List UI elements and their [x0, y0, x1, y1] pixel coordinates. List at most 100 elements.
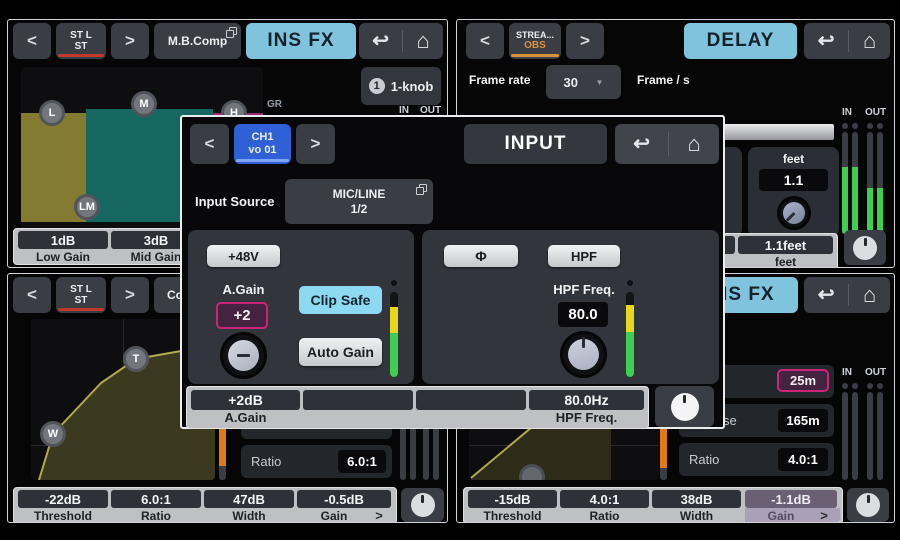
- footer-label: Width: [204, 509, 294, 522]
- hpf-freq-value[interactable]: 80.0: [558, 302, 608, 327]
- next-icon: >: [311, 134, 321, 154]
- meter-dot: [852, 123, 858, 129]
- prev-icon: <: [27, 31, 37, 51]
- channel-select-button[interactable]: ST L ST: [56, 23, 106, 59]
- prev-channel-button[interactable]: <: [466, 23, 504, 59]
- input-source-button[interactable]: MIC/LINE 1/2: [285, 179, 433, 224]
- in-meter-l: [842, 132, 848, 234]
- phantom-48v-button[interactable]: +48V: [207, 245, 280, 267]
- in-meter-label: IN: [842, 107, 852, 118]
- param-value-selected[interactable]: 25m: [777, 369, 829, 392]
- touch-and-turn-knob-button[interactable]: [401, 488, 444, 522]
- footer-value[interactable]: 1dB: [18, 231, 108, 249]
- channel-select-button[interactable]: CH1 vo 01: [234, 124, 291, 164]
- knob-icon: [671, 393, 699, 421]
- touch-and-turn-knob-button[interactable]: [847, 488, 889, 522]
- param-value[interactable]: 165m: [778, 409, 828, 432]
- footer-page-chevron[interactable]: >: [371, 509, 387, 522]
- hpf-freq-label: HPF Freq.: [535, 282, 633, 297]
- footer-value[interactable]: 38dB: [652, 490, 741, 508]
- home-icon[interactable]: ⌂: [416, 30, 429, 52]
- footer-value[interactable]: +2dB: [191, 390, 300, 410]
- one-knob-button[interactable]: 1 1-knob: [361, 67, 441, 105]
- in-meter-r: [410, 421, 416, 480]
- home-icon[interactable]: ⌂: [863, 284, 876, 306]
- prev-channel-button[interactable]: <: [190, 124, 229, 164]
- again-knob[interactable]: [221, 333, 266, 378]
- footer-value[interactable]: -22dB: [18, 490, 108, 508]
- back-home-group: ↩ ⌂: [804, 23, 890, 59]
- prev-icon: <: [205, 134, 215, 154]
- low-band-handle[interactable]: L: [39, 100, 65, 126]
- channel-select-button[interactable]: ST L ST: [56, 277, 106, 313]
- home-icon[interactable]: ⌂: [687, 133, 700, 155]
- param-label: Ratio: [689, 452, 719, 467]
- width-handle[interactable]: W: [40, 421, 66, 447]
- back-icon[interactable]: ↩: [633, 134, 650, 154]
- page-title-ins-fx[interactable]: INS FX: [246, 23, 356, 59]
- knob-icon: [856, 493, 880, 517]
- prev-icon: <: [480, 31, 490, 51]
- mid-band-handle[interactable]: M: [131, 91, 157, 117]
- frame-rate-label: Frame rate: [469, 73, 530, 87]
- footer-label-selected: Gain: [745, 509, 817, 522]
- feet-value[interactable]: 1.1: [759, 169, 828, 191]
- threshold-handle[interactable]: T: [123, 346, 149, 372]
- clip-safe-button[interactable]: Clip Safe: [299, 286, 382, 314]
- footer-label: Width: [652, 509, 741, 522]
- prev-channel-button[interactable]: <: [13, 23, 51, 59]
- frame-rate-unit: Frame / s: [637, 73, 690, 87]
- param-row-ratio[interactable]: Ratio 6.0:1: [241, 445, 392, 478]
- footer-label: HPF Freq.: [529, 411, 644, 424]
- frame-rate-select[interactable]: 30 ▼: [546, 65, 621, 99]
- dropdown-icon: ▼: [596, 78, 604, 87]
- out-meter-r: [877, 392, 883, 480]
- prev-channel-button[interactable]: <: [13, 277, 51, 313]
- again-label: A.Gain: [207, 282, 280, 297]
- next-channel-button[interactable]: >: [296, 124, 335, 164]
- low-mid-cross-handle[interactable]: LM: [74, 194, 100, 220]
- channel-select-button[interactable]: STREA... OBS: [509, 23, 561, 59]
- param-row-ratio[interactable]: Ratio 4.0:1: [679, 443, 834, 476]
- gr-meter-label: GR: [267, 99, 282, 110]
- param-value[interactable]: 6.0:1: [338, 450, 386, 473]
- meter-dot: [842, 383, 848, 389]
- next-channel-button[interactable]: >: [111, 23, 149, 59]
- footer-value[interactable]: 47dB: [204, 490, 294, 508]
- auto-gain-button[interactable]: Auto Gain: [299, 338, 382, 366]
- in-meter-label: IN: [842, 367, 852, 378]
- out-meter-label: OUT: [865, 367, 886, 378]
- next-icon: >: [125, 31, 135, 51]
- footer-value[interactable]: 6.0:1: [111, 490, 201, 508]
- footer-value[interactable]: 1.1feet: [738, 236, 833, 254]
- hpf-freq-knob[interactable]: [561, 332, 606, 377]
- again-value[interactable]: +2: [216, 302, 268, 329]
- meter-dot: [391, 280, 397, 286]
- feet-knob[interactable]: [778, 197, 810, 229]
- fx-name-button[interactable]: M.B.Comp: [154, 23, 241, 59]
- footer-value[interactable]: [303, 390, 413, 410]
- next-channel-button[interactable]: >: [111, 277, 149, 313]
- footer-value-selected[interactable]: -1.1dB: [745, 490, 837, 508]
- footer-value[interactable]: 80.0Hz: [529, 390, 644, 410]
- footer-value[interactable]: -0.5dB: [297, 490, 391, 508]
- footer-value[interactable]: [416, 390, 526, 410]
- touch-and-turn-knob-button[interactable]: [655, 386, 714, 427]
- footer-value[interactable]: -15dB: [468, 490, 557, 508]
- next-channel-button[interactable]: >: [566, 23, 604, 59]
- hpf-button[interactable]: HPF: [548, 245, 620, 267]
- page-title-delay[interactable]: DELAY: [684, 23, 797, 59]
- phase-button[interactable]: Φ: [444, 245, 518, 267]
- param-label: Ratio: [251, 454, 281, 469]
- back-icon[interactable]: ↩: [818, 31, 835, 51]
- footer-page-chevron[interactable]: >: [816, 509, 832, 522]
- footer-value[interactable]: 4.0:1: [560, 490, 649, 508]
- back-icon[interactable]: ↩: [372, 31, 389, 51]
- param-value[interactable]: 4.0:1: [778, 448, 828, 471]
- one-knob-icon: 1: [369, 78, 385, 94]
- back-home-group: ↩ ⌂: [359, 23, 443, 59]
- param-footer: -15dB Threshold 4.0:1 Ratio 38dB Width -…: [463, 487, 843, 523]
- back-icon[interactable]: ↩: [818, 285, 835, 305]
- touch-and-turn-knob-button[interactable]: [844, 230, 886, 265]
- home-icon[interactable]: ⌂: [863, 30, 876, 52]
